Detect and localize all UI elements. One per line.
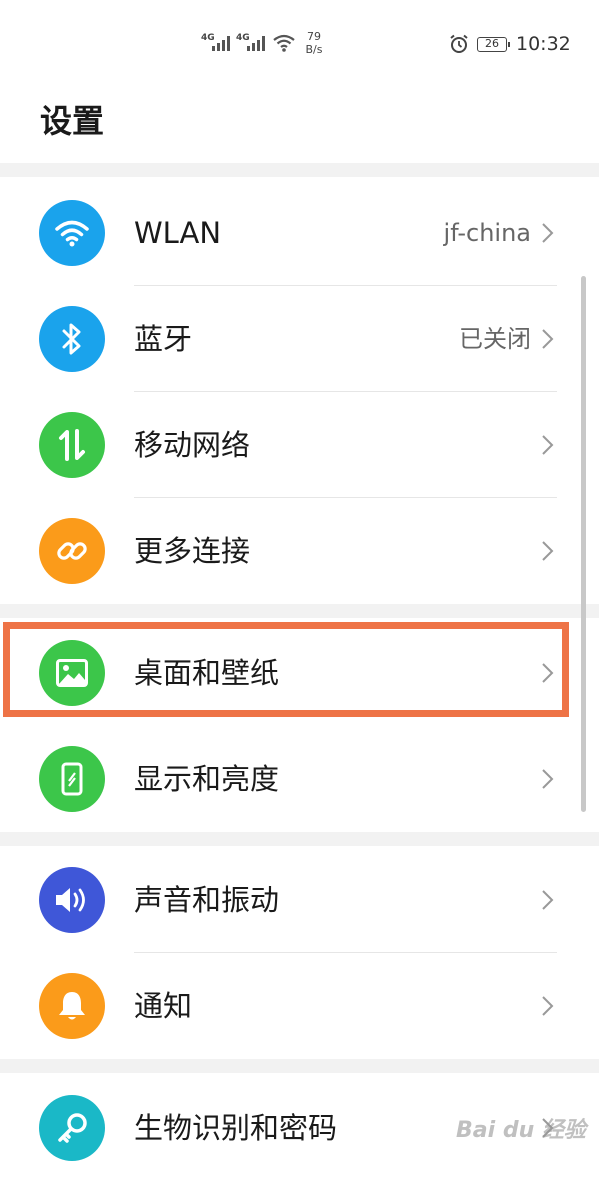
settings-item-mobile-network[interactable]: 移动网络 [0,392,599,498]
settings-item-more-connections[interactable]: 更多连接 [0,498,599,604]
speaker-icon [39,867,105,933]
signal-bars-icon [247,36,265,51]
watermark: Bai du 经验 [456,1118,586,1143]
group-separator [0,1059,599,1073]
group-separator [0,604,599,618]
chevron-right-icon [542,890,554,910]
wifi-status-icon [273,34,295,52]
settings-item-value: 已关闭 [459,325,531,353]
wifi-icon [39,200,105,266]
link-icon [39,518,105,584]
mobile-data-icon [39,412,105,478]
settings-item-sounds-vibration[interactable]: 声音和振动 [0,847,599,953]
settings-item-label: 生物识别和密码 [134,1111,338,1145]
phone-brightness-icon [39,746,105,812]
settings-item-wlan[interactable]: WLAN jf-china [0,180,599,286]
scrollbar[interactable] [581,276,586,812]
group-separator [0,163,599,177]
chevron-right-icon [542,541,554,561]
settings-item-label: 声音和振动 [134,883,280,917]
bell-icon [39,973,105,1039]
settings-item-label: 更多连接 [134,534,251,568]
signal-bars-icon [212,36,230,51]
settings-item-label: 显示和亮度 [134,762,280,796]
key-icon [39,1095,105,1161]
chevron-right-icon [542,769,554,789]
settings-item-display-brightness[interactable]: 显示和亮度 [0,726,599,832]
settings-item-label: 蓝牙 [134,322,193,356]
bluetooth-icon [39,306,105,372]
highlight-box [3,622,569,717]
group-separator [0,832,599,846]
clock: 10:32 [516,33,571,55]
settings-item-label: 通知 [134,989,193,1023]
chevron-right-icon [542,996,554,1016]
page-title: 设置 [40,102,105,140]
settings-item-value: jf-china [443,219,531,247]
settings-item-bluetooth[interactable]: 蓝牙 已关闭 [0,286,599,392]
settings-item-label: 移动网络 [134,428,251,462]
settings-item-notifications[interactable]: 通知 [0,953,599,1059]
chevron-right-icon [542,223,554,243]
chevron-right-icon [542,435,554,455]
settings-item-label: WLAN [134,216,222,250]
chevron-right-icon [542,329,554,349]
battery-indicator: 26 [477,37,510,52]
network-speed: 79 B/s [305,30,323,56]
alarm-icon [450,34,468,53]
status-bar: 4G 4G 79 B/s 26 10:32 [201,30,571,56]
